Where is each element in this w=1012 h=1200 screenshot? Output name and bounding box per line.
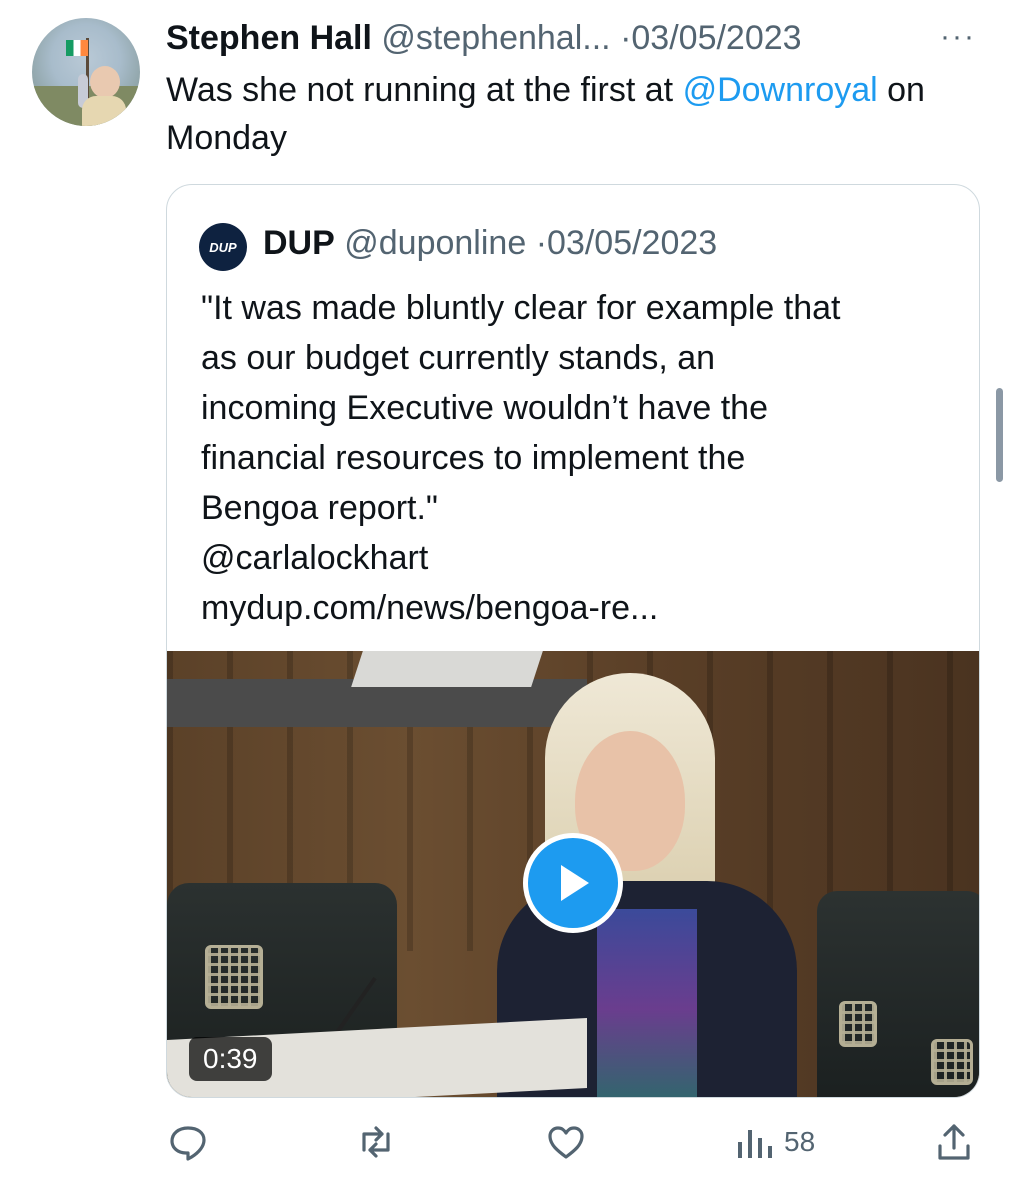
more-options-icon[interactable]: ··· bbox=[940, 20, 976, 54]
reply-button[interactable] bbox=[166, 1118, 210, 1166]
avatar-body bbox=[82, 96, 126, 126]
play-icon bbox=[561, 865, 589, 901]
avatar-flag bbox=[66, 40, 88, 56]
speaker-top bbox=[597, 909, 697, 1097]
quoted-tweet-text: "It was made bluntly clear for example t… bbox=[201, 283, 961, 633]
share-button[interactable] bbox=[932, 1118, 976, 1166]
views-count: 58 bbox=[784, 1126, 816, 1157]
author-avatar[interactable] bbox=[32, 18, 140, 126]
reply-icon bbox=[170, 1126, 206, 1161]
mention-link[interactable]: @Downroyal bbox=[683, 71, 878, 109]
like-button[interactable] bbox=[544, 1118, 588, 1166]
quoted-text-line: Bengoa report." bbox=[201, 489, 439, 527]
views-button[interactable]: 58 bbox=[734, 1118, 815, 1166]
tweet-text-start: Was she not running at the first at bbox=[166, 71, 683, 109]
quoted-url-link[interactable]: mydup.com/news/bengoa-re... bbox=[201, 583, 961, 633]
portcullis-crest bbox=[931, 1039, 973, 1085]
share-icon bbox=[938, 1124, 970, 1160]
scrollbar-thumb[interactable] bbox=[996, 388, 1003, 482]
quoted-tweet-header: DUP @duponline ·03/05/2023 bbox=[263, 221, 717, 265]
quoted-text-line: as our budget currently stands, an bbox=[201, 339, 716, 377]
separator-dot: · bbox=[620, 19, 632, 57]
quoted-tweet[interactable]: DUP DUP @duponline ·03/05/2023 "It was m… bbox=[166, 184, 980, 1098]
like-icon bbox=[548, 1126, 584, 1159]
views-icon bbox=[738, 1130, 772, 1158]
quoted-separator-dot: · bbox=[535, 224, 548, 262]
tweet-text: Was she not running at the first at @Dow… bbox=[166, 66, 986, 162]
retweet-icon bbox=[362, 1126, 390, 1158]
quoted-mention-link[interactable]: @carlalockhart bbox=[201, 533, 961, 583]
video-duration: 0:39 bbox=[189, 1037, 272, 1081]
quoted-text-line: financial resources to implement the bbox=[201, 439, 746, 477]
quoted-author-handle[interactable]: @duponline bbox=[344, 224, 526, 262]
quoted-text-line: "It was made bluntly clear for example t… bbox=[201, 289, 841, 327]
quoted-text-line: incoming Executive wouldn’t have the bbox=[201, 389, 768, 427]
background-papers bbox=[351, 651, 543, 687]
action-bar: 58 bbox=[0, 1118, 1012, 1166]
quoted-author-name[interactable]: DUP bbox=[263, 224, 335, 262]
portcullis-crest bbox=[205, 945, 263, 1009]
quoted-tweet-date[interactable]: 03/05/2023 bbox=[547, 224, 717, 262]
portcullis-crest bbox=[839, 1001, 877, 1047]
tweet-header: Stephen Hall @stephenhal... ·03/05/2023 bbox=[166, 18, 936, 62]
tweet-date[interactable]: 03/05/2023 bbox=[631, 19, 801, 57]
avatar-head bbox=[90, 66, 120, 98]
video-player[interactable]: 0:39 bbox=[167, 651, 979, 1097]
dup-avatar[interactable]: DUP bbox=[199, 223, 247, 271]
play-button[interactable] bbox=[523, 833, 623, 933]
author-name[interactable]: Stephen Hall bbox=[166, 19, 372, 57]
retweet-button[interactable] bbox=[354, 1118, 398, 1166]
author-handle[interactable]: @stephenhal... bbox=[381, 19, 610, 57]
